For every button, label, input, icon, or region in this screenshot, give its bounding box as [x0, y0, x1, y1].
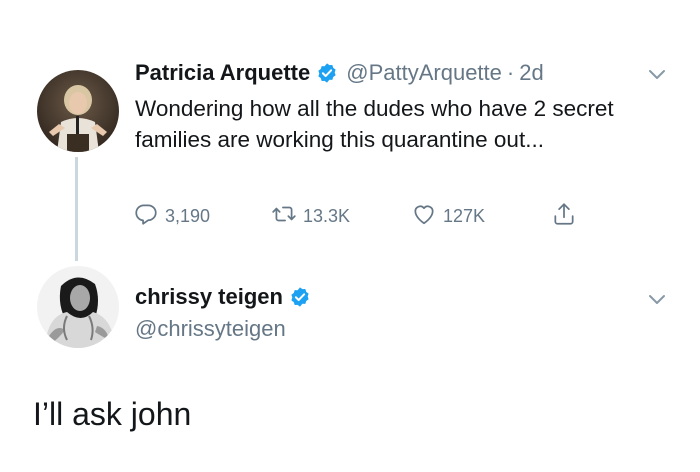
chevron-down-icon[interactable]: [648, 68, 666, 86]
retweet-count: 13.3K: [303, 206, 351, 226]
separator-dot: ·: [506, 60, 515, 85]
user-handle[interactable]: @chrissyteigen: [135, 316, 286, 342]
retweet-icon: [271, 201, 297, 232]
reply-count: 3,190: [165, 206, 211, 226]
display-name[interactable]: Patricia Arquette: [135, 60, 310, 86]
reply-icon: [133, 201, 159, 232]
tweet-text: I’ll ask john: [33, 396, 192, 432]
chevron-down-icon[interactable]: [648, 293, 666, 311]
thread-connector-line: [75, 157, 78, 261]
verified-badge-icon: [289, 286, 311, 308]
like-count: 127K: [443, 206, 486, 226]
display-name[interactable]: chrissy teigen: [135, 284, 283, 310]
avatar-chrissy-teigen[interactable]: [37, 266, 119, 348]
retweet-button[interactable]: 13.3K: [271, 201, 350, 232]
avatar-patricia-arquette[interactable]: [37, 70, 119, 152]
share-icon: [551, 201, 577, 232]
tweet-header: Patricia Arquette @PattyArquette · 2d: [135, 60, 544, 86]
share-button[interactable]: [551, 201, 577, 232]
tweet-text: Wondering how all the dudes who have 2 s…: [135, 96, 614, 152]
user-handle[interactable]: @PattyArquette: [346, 60, 502, 86]
tweet-timestamp[interactable]: 2d: [519, 60, 543, 86]
heart-icon: [411, 201, 437, 232]
verified-badge-icon: [316, 62, 338, 84]
reply-button[interactable]: 3,190: [133, 201, 210, 232]
avatar-photo-image: [37, 70, 119, 152]
avatar-photo-image: [37, 266, 119, 348]
like-button[interactable]: 127K: [411, 201, 485, 232]
tweet-header: chrissy teigen: [135, 284, 319, 310]
